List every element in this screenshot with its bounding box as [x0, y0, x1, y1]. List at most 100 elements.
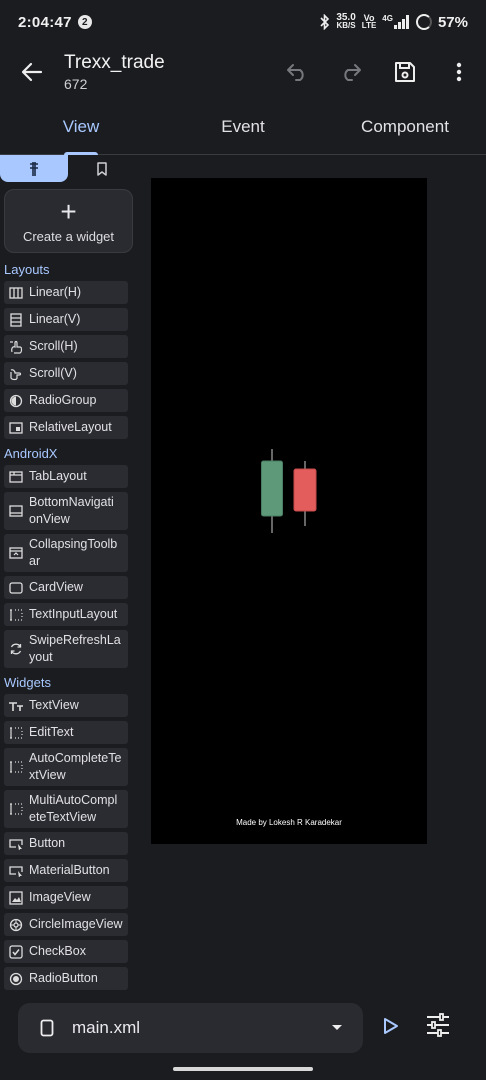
battery-percent: 57% [437, 13, 468, 31]
gesture-nav-handle[interactable] [173, 1067, 313, 1071]
tune-settings-button[interactable] [422, 1009, 454, 1041]
file-icon [40, 1019, 54, 1037]
button-icon [8, 836, 24, 852]
tab-event[interactable]: Event [162, 100, 324, 154]
autocomplete-icon [8, 759, 24, 775]
bookmark-icon [97, 161, 107, 176]
edittext-icon [8, 725, 24, 741]
palette-item-checkbox[interactable]: CheckBox [4, 940, 128, 963]
redo-button[interactable] [324, 48, 378, 96]
scroll-v-icon [8, 366, 24, 382]
linear-h-icon [8, 285, 24, 301]
red-candle [293, 461, 317, 526]
collapsing-toolbar-icon [8, 545, 24, 561]
section-androidx: AndroidX [4, 446, 58, 461]
bottom-nav-icon [8, 503, 24, 519]
status-bar: 2:04:47 2 35.0 KB/S Vo LTE 4G 57% [0, 0, 486, 44]
run-button[interactable] [376, 1011, 406, 1041]
scroll-h-icon [8, 339, 24, 355]
tab-view[interactable]: View [0, 100, 162, 154]
section-widgets: Widgets [4, 675, 51, 690]
file-selector[interactable]: main.xml [18, 1003, 363, 1053]
palette-item-radiogroup[interactable]: RadioGroup [4, 389, 128, 412]
status-right-cluster: 35.0 KB/S Vo LTE 4G 57% [320, 12, 468, 31]
palette-item-bottom-navigation[interactable]: BottomNavigati onView [4, 492, 128, 530]
checkbox-icon [8, 944, 24, 960]
more-vertical-icon [456, 62, 462, 82]
app-bar-actions [270, 48, 486, 96]
palette-item-imageview[interactable]: ImageView [4, 886, 128, 909]
circle-imageview-icon [8, 917, 24, 933]
subtab-widgets[interactable] [0, 155, 68, 182]
palette-item-scroll-h[interactable]: Scroll(H) [4, 335, 128, 358]
palette-item-multi-autocomplete[interactable]: MultiAutoCompl eteTextView [4, 790, 128, 828]
editor-tabs: View Event Component [0, 100, 486, 155]
battery-ring-icon [415, 14, 432, 30]
palette-subtabs [0, 155, 137, 182]
file-name: main.xml [72, 1018, 141, 1037]
status-time: 2:04:47 [18, 13, 72, 31]
relative-layout-icon [8, 420, 24, 436]
cardview-icon [8, 580, 24, 596]
green-candle [261, 449, 283, 533]
palette-item-autocomplete[interactable]: AutoCompleteTe xtView [4, 748, 128, 786]
signal-icon: 4G [382, 15, 410, 29]
radiobutton-icon [8, 971, 24, 987]
bottom-bar: main.xml [0, 991, 486, 1065]
plus-icon: + [60, 195, 77, 227]
text-input-layout-icon [8, 607, 24, 623]
net-speed: 35.0 KB/S [336, 12, 356, 30]
palette-item-edittext[interactable]: EditText [4, 721, 128, 744]
palette-item-linear-v[interactable]: Linear(V) [4, 308, 128, 331]
linear-v-icon [8, 312, 24, 328]
undo-icon [287, 64, 304, 81]
material-button-icon [8, 863, 24, 879]
back-arrow-icon [21, 62, 43, 82]
section-layouts: Layouts [4, 262, 50, 277]
palette-item-tablayout[interactable]: TabLayout [4, 465, 128, 488]
create-widget-label: Create a widget [22, 228, 115, 244]
design-canvas[interactable]: Made by Lokesh R Karadekar [151, 178, 427, 844]
widget-palette[interactable]: + Create a widget Layouts Linear(H) Line… [0, 182, 137, 991]
save-button[interactable] [378, 48, 432, 96]
palette-item-relative-layout[interactable]: RelativeLayout [4, 416, 128, 439]
project-title: Trexx_trade [64, 52, 165, 73]
dropdown-arrow-icon [332, 1025, 342, 1030]
palette-item-collapsing-toolbar[interactable]: CollapsingToolb ar [4, 534, 128, 572]
multi-autocomplete-icon [8, 801, 24, 817]
palette-item-linear-h[interactable]: Linear(H) [4, 281, 128, 304]
candlestick-logo [261, 449, 317, 533]
swipe-refresh-icon [8, 641, 24, 657]
project-id: 672 [64, 76, 88, 92]
notification-count-badge: 2 [77, 15, 92, 29]
credit-text: Made by Lokesh R Karadekar [236, 818, 342, 827]
palette-item-button[interactable]: Button [4, 832, 128, 855]
app-titles: Trexx_trade 672 [64, 52, 165, 92]
palette-item-swipe-refresh[interactable]: SwipeRefreshLa yout [4, 630, 128, 668]
more-options-button[interactable] [432, 48, 486, 96]
imageview-icon [8, 890, 24, 906]
palette-item-circle-imageview[interactable]: CircleImageView [4, 913, 128, 936]
tab-component[interactable]: Component [324, 100, 486, 154]
subtab-bookmarks[interactable] [68, 155, 136, 182]
tune-icon [427, 1013, 449, 1037]
back-button[interactable] [0, 44, 64, 100]
volte-indicator: Vo LTE [361, 13, 377, 30]
palette-item-cardview[interactable]: CardView [4, 576, 128, 599]
create-widget-button[interactable]: + Create a widget [4, 189, 133, 253]
textview-icon [8, 698, 24, 714]
undo-button[interactable] [270, 48, 324, 96]
bluetooth-icon [320, 14, 330, 30]
run-icon [384, 1018, 398, 1034]
palette-item-text-input-layout[interactable]: TextInputLayout [4, 603, 128, 626]
palette-item-radiobutton[interactable]: RadioButton [4, 967, 128, 990]
palette-item-material-button[interactable]: MaterialButton [4, 859, 128, 882]
tab-layout-icon [8, 469, 24, 485]
palette-item-scroll-v[interactable]: Scroll(V) [4, 362, 128, 385]
palette-item-textview[interactable]: TextView [4, 694, 128, 717]
app-bar: Trexx_trade 672 [0, 44, 486, 100]
save-icon [395, 62, 415, 82]
redo-icon [344, 64, 361, 81]
radiogroup-icon [8, 393, 24, 409]
money-icon [30, 161, 38, 176]
